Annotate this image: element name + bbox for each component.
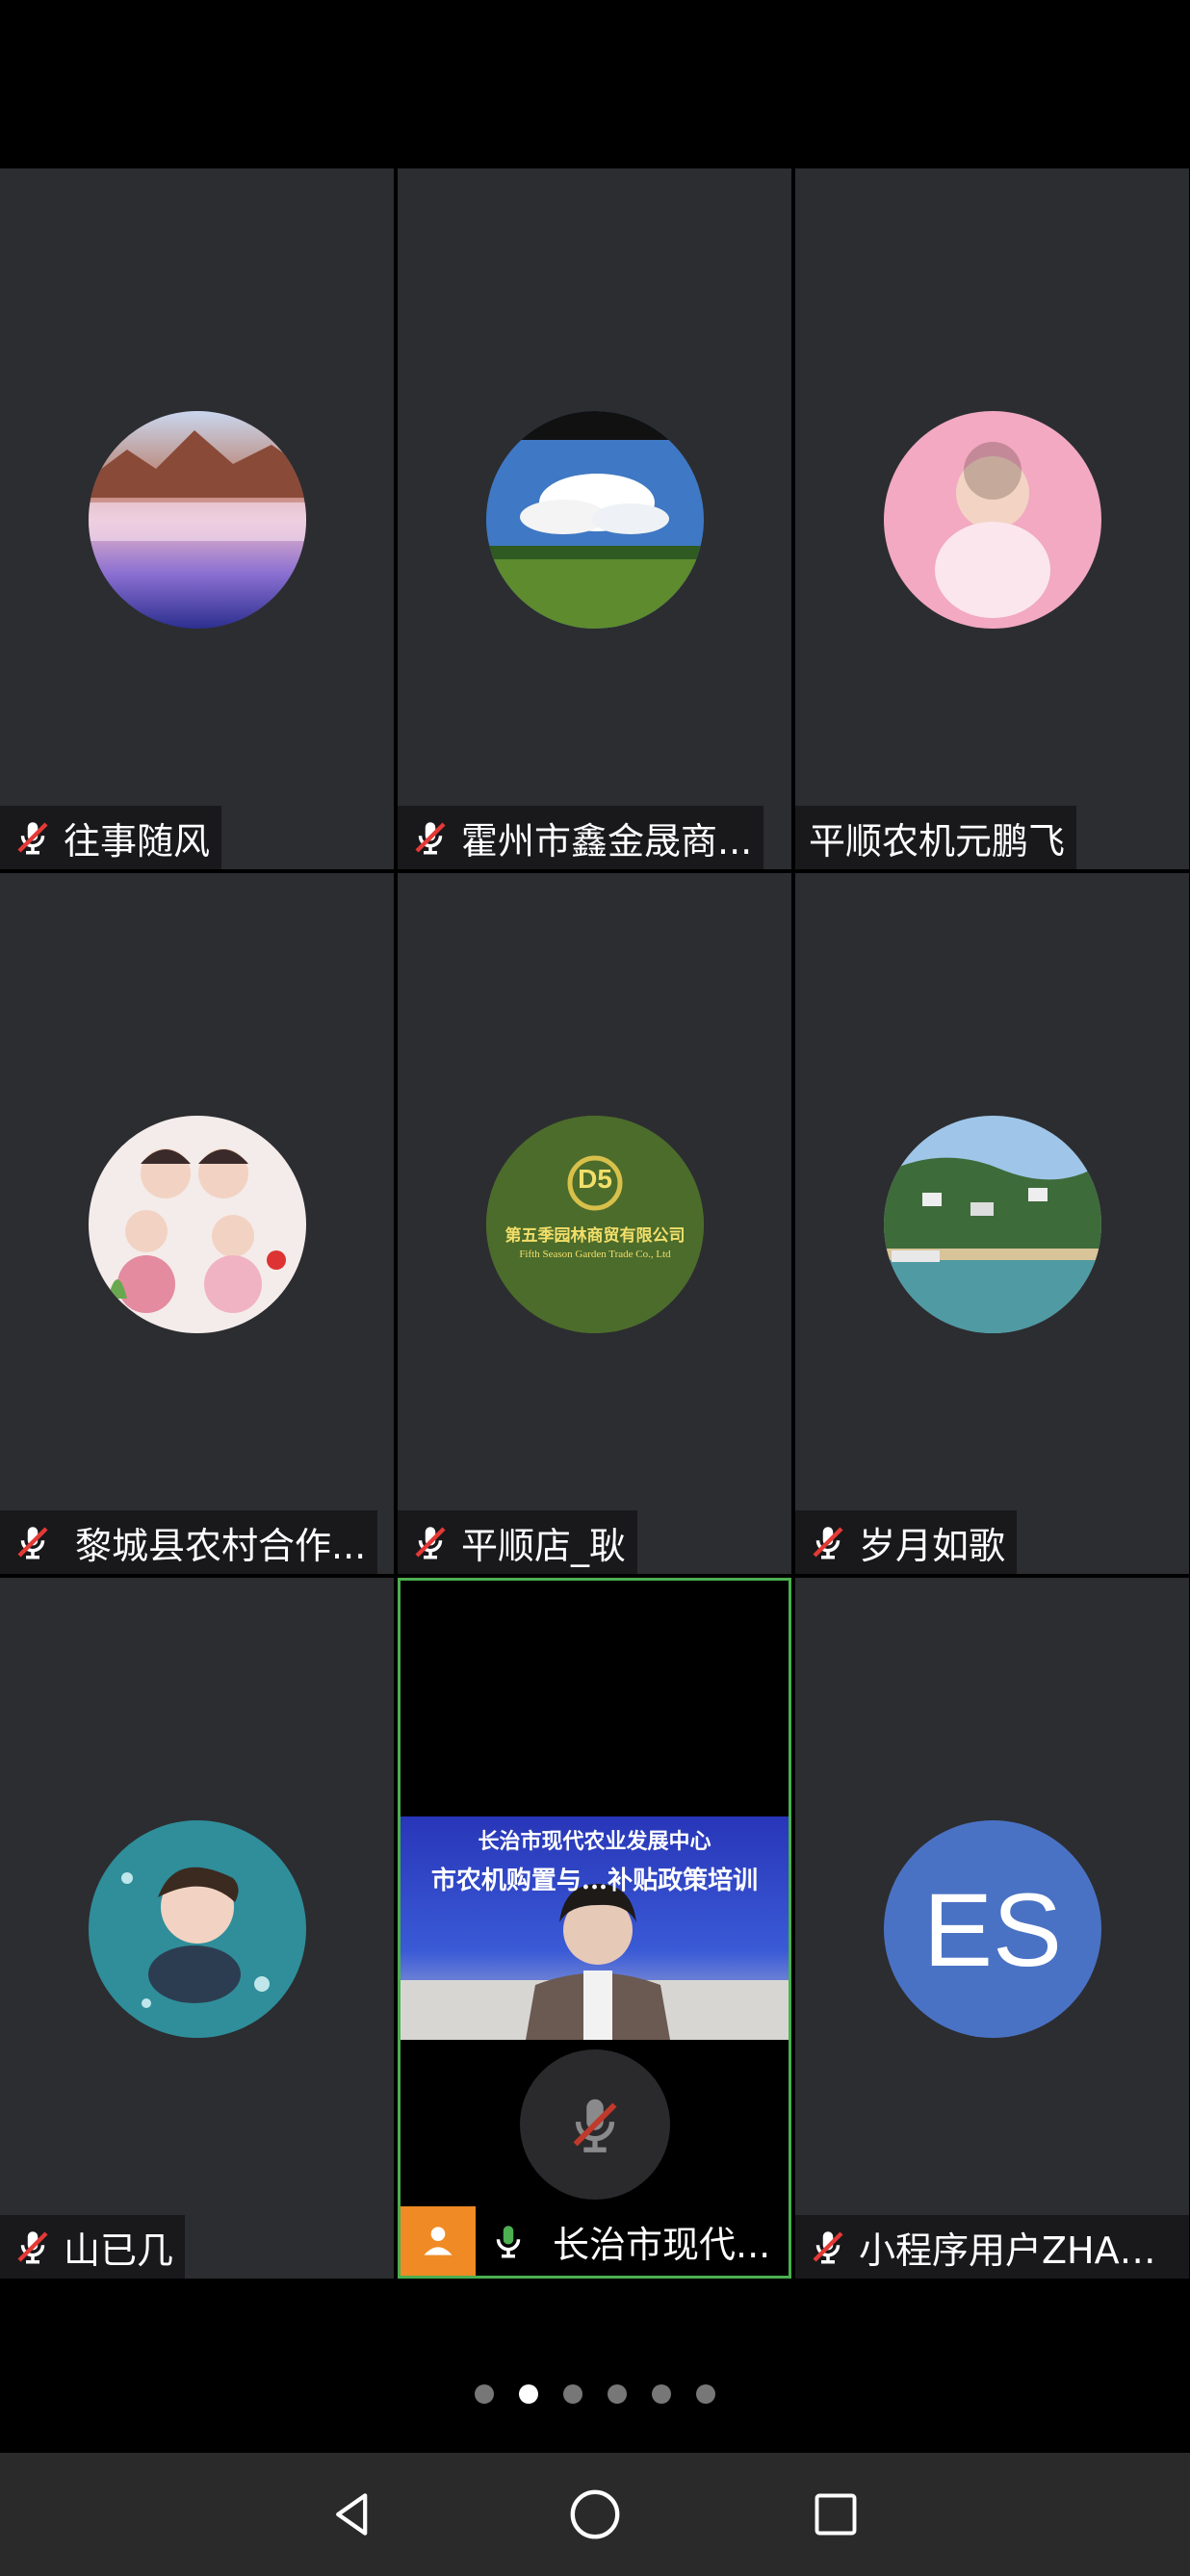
cartoon-family-avatar [89, 1116, 306, 1333]
participant-tile[interactable]: 往事随风 [0, 168, 394, 869]
page-dot[interactable] [608, 2384, 627, 2404]
baby-photo-avatar [884, 411, 1101, 629]
active-speaker-tile[interactable]: 长治市现代农业发展中心 市农机购置与...补贴政策培训 长治市现代... [398, 1578, 791, 2279]
page-dot[interactable] [563, 2384, 582, 2404]
participant-name: 岁月如歌 [859, 1524, 1006, 1567]
sky-cloud-field-avatar [486, 411, 704, 629]
participant-tile[interactable]: 山已几 [0, 1578, 394, 2279]
back-triangle-icon [336, 2493, 368, 2536]
participant-tile[interactable]: 霍州市鑫金晟商... [398, 168, 791, 869]
participant-name-bar: 平顺农机元鹏飞 [795, 806, 1077, 869]
participant-name-bar: 黎城县农村合作... [0, 1510, 378, 1574]
mic-muted-icon [407, 814, 453, 861]
mic-muted-icon [805, 2224, 851, 2270]
recents-square-icon [815, 2493, 857, 2536]
mute-toggle-button[interactable] [520, 2049, 670, 2200]
logo-company-name-en: Fifth Season Garden Trade Co., Ltd [519, 1249, 671, 1260]
recents-button[interactable] [797, 2476, 874, 2553]
page-dot[interactable] [652, 2384, 671, 2404]
logo-mark: D5 [578, 1164, 612, 1194]
mic-active-icon [485, 2218, 531, 2264]
back-button[interactable] [316, 2476, 393, 2553]
page-dot-active[interactable] [519, 2384, 538, 2404]
participant-name: 往事随风 [64, 819, 211, 863]
participant-name: 霍州市鑫金晟商... [461, 819, 753, 863]
company-logo-avatar: D5 第五季园林商贸有限公司 Fifth Season Garden Trade… [486, 1116, 704, 1333]
participant-tile[interactable]: ES 小程序用户ZHA6... [795, 1578, 1189, 2279]
initials-avatar: ES [884, 1820, 1101, 2038]
participant-tile[interactable]: 平顺农机元鹏飞 [795, 168, 1189, 869]
cartoon-boy-avatar [89, 1820, 306, 2038]
mic-muted-icon [10, 2224, 56, 2270]
participant-name: 山已几 [64, 2228, 174, 2272]
mic-muted-icon [10, 1519, 56, 1565]
home-circle-icon [570, 2489, 620, 2539]
participant-tile[interactable]: D5 第五季园林商贸有限公司 Fifth Season Garden Trade… [398, 873, 791, 1574]
mic-muted-icon [805, 1519, 851, 1565]
coastal-town-avatar [884, 1116, 1101, 1333]
participant-name: 长治市现代... [553, 2223, 771, 2266]
person-icon [424, 2227, 453, 2255]
participant-name: 平顺农机元鹏飞 [809, 819, 1066, 863]
participant-name-bar: 往事随风 [0, 806, 222, 869]
mic-muted-icon [10, 814, 56, 861]
participant-name: 平顺店_耿 [461, 1524, 627, 1567]
participant-name-bar: 小程序用户ZHA6... [795, 2215, 1189, 2279]
participant-tile[interactable]: 黎城县农村合作... [0, 873, 394, 1574]
page-indicator[interactable] [0, 2380, 1190, 2409]
banner-subtitle: 市农机购置与...补贴政策培训 [430, 1867, 759, 1895]
landscape-lake-avatar [89, 411, 306, 629]
page-dot[interactable] [475, 2384, 494, 2404]
host-badge [401, 2206, 476, 2276]
participant-name-bar: 平顺店_耿 [398, 1510, 638, 1574]
system-navigation-bar [0, 2453, 1190, 2576]
participant-name: 黎城县农村合作... [75, 1524, 367, 1567]
mic-muted-icon [407, 1519, 453, 1565]
home-button[interactable] [556, 2476, 634, 2553]
participant-name: 小程序用户ZHA6... [859, 2228, 1177, 2272]
mic-muted-icon [573, 2099, 617, 2152]
participant-name-bar: 长治市现代... [476, 2206, 783, 2276]
participant-tile[interactable]: 岁月如歌 [795, 873, 1189, 1574]
participant-grid: 往事随风 霍州市鑫金晟商... 平顺农机元鹏飞 黎城县农村合作... D5 第五… [0, 168, 1190, 2282]
logo-company-name: 第五季园林商贸有限公司 [504, 1226, 686, 1246]
participant-name-bar: 山已几 [0, 2215, 186, 2279]
participant-video-feed: 长治市现代农业发展中心 市农机购置与...补贴政策培训 [401, 1816, 789, 2040]
participant-name-bar: 岁月如歌 [795, 1510, 1018, 1574]
banner-title: 长治市现代农业发展中心 [478, 1829, 711, 1854]
page-dot[interactable] [696, 2384, 715, 2404]
participant-name-bar: 霍州市鑫金晟商... [398, 806, 764, 869]
